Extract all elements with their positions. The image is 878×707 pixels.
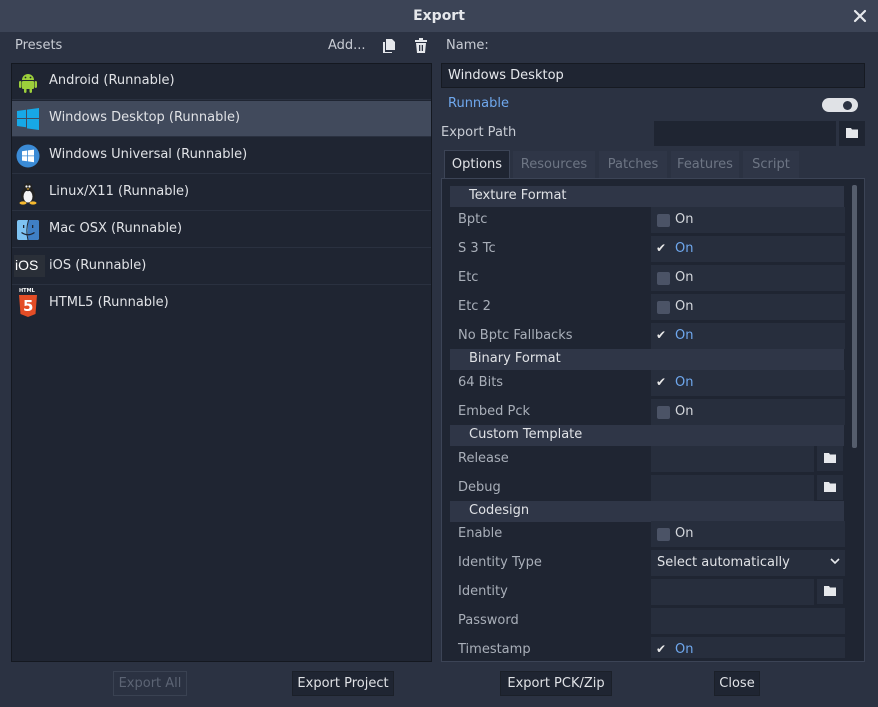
- runnable-label: Runnable: [448, 96, 509, 111]
- preset-item-linux[interactable]: Linux/X11 (Runnable): [12, 175, 431, 211]
- preset-item-label: Windows Universal (Runnable): [49, 147, 248, 162]
- debug-label: Debug: [458, 480, 501, 495]
- identity-label: Identity: [458, 584, 508, 599]
- runnable-toggle[interactable]: [822, 98, 858, 112]
- password-input[interactable]: [651, 608, 845, 634]
- windows-icon: [16, 107, 40, 131]
- close-button[interactable]: Close: [714, 671, 760, 696]
- release-input[interactable]: [651, 446, 814, 472]
- s3tc-label: S 3 Tc: [458, 241, 496, 256]
- preset-item-android[interactable]: Android (Runnable): [12, 64, 431, 100]
- tab-script[interactable]: Script: [742, 150, 800, 179]
- preset-item-label: Windows Desktop (Runnable): [49, 110, 241, 125]
- timestamp-label: Timestamp: [458, 642, 531, 657]
- etc2-label: Etc 2: [458, 299, 491, 314]
- tab-features[interactable]: Features: [670, 150, 740, 179]
- linux-icon: [16, 181, 40, 205]
- delete-icon[interactable]: [414, 38, 428, 54]
- folder-icon: [824, 482, 836, 492]
- export-path-label: Export Path: [441, 125, 517, 140]
- preset-item-label: Android (Runnable): [49, 73, 175, 88]
- release-label: Release: [458, 451, 509, 466]
- export-pck-zip-button[interactable]: Export PCK/Zip: [500, 671, 612, 696]
- section-codesign[interactable]: Codesign: [450, 501, 844, 522]
- s3tc-on-label: On: [675, 241, 694, 256]
- debug-input[interactable]: [651, 475, 814, 501]
- duplicate-icon[interactable]: [382, 38, 396, 54]
- bptc-label: Bptc: [458, 212, 488, 227]
- identity-input[interactable]: [651, 579, 814, 605]
- toggle-knob: [843, 101, 852, 110]
- 64-bits-checkbox[interactable]: ✔: [656, 375, 666, 389]
- section-texture-format[interactable]: Texture Format: [450, 186, 844, 207]
- options-scrollbar[interactable]: [852, 185, 857, 448]
- android-icon: [16, 70, 40, 94]
- tab-resources[interactable]: Resources: [512, 150, 596, 179]
- tab-options[interactable]: Options: [444, 150, 510, 179]
- release-browse-button[interactable]: [817, 446, 843, 471]
- s3tc-checkbox[interactable]: ✔: [656, 241, 666, 255]
- no-bptc-fallbacks-checkbox[interactable]: ✔: [656, 328, 666, 342]
- enable-label: Enable: [458, 526, 503, 541]
- embed-pck-on-label: On: [675, 404, 694, 419]
- folder-icon: [824, 586, 836, 596]
- preset-item-ios[interactable]: iOS iOS (Runnable): [12, 249, 431, 285]
- 64-bits-label: 64 Bits: [458, 375, 504, 390]
- name-value: Windows Desktop: [448, 68, 564, 83]
- etc-on-label: On: [675, 270, 694, 285]
- export-path-input[interactable]: [654, 121, 836, 146]
- folder-icon: [824, 453, 836, 463]
- mac-osx-icon: [16, 218, 40, 242]
- windows-universal-icon: [16, 144, 40, 168]
- close-icon[interactable]: [850, 6, 870, 26]
- identity-browse-button[interactable]: [817, 579, 843, 604]
- etc2-on-label: On: [675, 299, 694, 314]
- identity-type-label: Identity Type: [458, 555, 542, 570]
- preset-item-label: iOS (Runnable): [49, 258, 147, 273]
- identity-type-value: Select automatically: [657, 555, 790, 570]
- enable-on-label: On: [675, 526, 694, 541]
- no-bptc-fallbacks-label: No Bptc Fallbacks: [458, 328, 573, 343]
- export-all-button[interactable]: Export All: [113, 671, 187, 696]
- preset-item-label: Mac OSX (Runnable): [49, 221, 183, 236]
- etc2-checkbox[interactable]: [657, 301, 670, 314]
- window-title: Export: [413, 8, 465, 24]
- preset-list[interactable]: Android (Runnable) Windows Desktop (Runn…: [11, 63, 432, 662]
- preset-item-windows-universal[interactable]: Windows Universal (Runnable): [12, 138, 431, 174]
- debug-browse-button[interactable]: [817, 475, 843, 500]
- bptc-on-label: On: [675, 212, 694, 227]
- preset-item-windows-desktop[interactable]: Windows Desktop (Runnable): [12, 101, 431, 137]
- add-preset-button[interactable]: Add...: [328, 38, 366, 53]
- name-label: Name:: [446, 38, 489, 53]
- section-binary-format[interactable]: Binary Format: [450, 349, 844, 370]
- embed-pck-label: Embed Pck: [458, 404, 531, 419]
- preset-item-label: Linux/X11 (Runnable): [49, 184, 190, 199]
- tab-patches[interactable]: Patches: [598, 150, 668, 179]
- 64-bits-on-label: On: [675, 375, 694, 390]
- export-project-button[interactable]: Export Project: [292, 671, 394, 696]
- preset-item-label: HTML5 (Runnable): [49, 295, 169, 310]
- html5-icon: HTML 5: [19, 288, 37, 318]
- enable-checkbox[interactable]: [657, 528, 670, 541]
- etc-checkbox[interactable]: [657, 272, 670, 285]
- timestamp-checkbox[interactable]: ✔: [656, 642, 666, 656]
- chevron-down-icon: [829, 555, 841, 567]
- section-custom-template[interactable]: Custom Template: [450, 425, 844, 446]
- preset-item-html5[interactable]: HTML 5 HTML5 (Runnable): [12, 286, 431, 322]
- preset-item-mac-osx[interactable]: Mac OSX (Runnable): [12, 212, 431, 248]
- timestamp-on-label: On: [675, 642, 694, 657]
- no-bptc-fallbacks-on-label: On: [675, 328, 694, 343]
- bptc-checkbox[interactable]: [657, 214, 670, 227]
- embed-pck-checkbox[interactable]: [657, 406, 670, 419]
- password-label: Password: [458, 613, 519, 628]
- presets-label: Presets: [15, 38, 63, 53]
- folder-icon: [846, 128, 858, 138]
- tab-bar: Options Resources Patches Features Scrip…: [441, 150, 865, 179]
- etc-label: Etc: [458, 270, 479, 285]
- export-path-browse-button[interactable]: [839, 121, 865, 146]
- ios-icon: iOS: [14, 255, 45, 277]
